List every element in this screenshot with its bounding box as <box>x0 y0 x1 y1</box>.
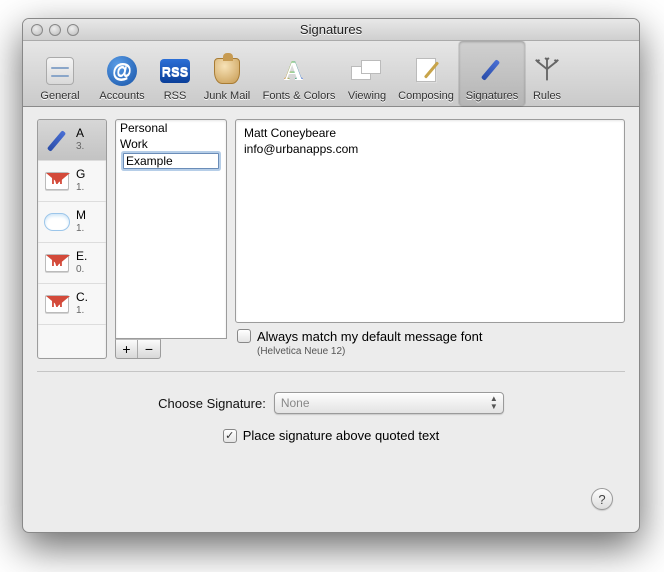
preferences-window: Signatures General @ Accounts RSS RSS Ju… <box>22 18 640 533</box>
gmail-icon <box>42 248 72 278</box>
signature-names-column: Personal Work + − <box>115 119 227 359</box>
toolbar-label: General <box>40 90 79 102</box>
toolbar-label: Rules <box>533 90 561 102</box>
toolbar-label: RSS <box>164 90 187 102</box>
toolbar-composing[interactable]: Composing <box>393 41 459 106</box>
envelopes-icon <box>351 55 383 87</box>
signature-item-editing[interactable] <box>119 152 223 170</box>
signature-pen-icon <box>476 55 508 87</box>
toolbar-label: Composing <box>398 90 454 102</box>
add-signature-button[interactable]: + <box>116 340 138 358</box>
toolbar-signatures[interactable]: Signatures <box>459 41 525 106</box>
signature-name-input[interactable] <box>123 153 219 169</box>
help-button[interactable]: ? <box>591 488 613 510</box>
rules-arrows-icon <box>531 55 563 87</box>
account-name: A <box>76 127 84 141</box>
popup-arrows-icon: ▲▼ <box>490 395 498 411</box>
match-font-sub: (Helvetica Neue 12) <box>257 346 482 357</box>
signature-pen-icon <box>42 125 72 155</box>
signature-item[interactable]: Personal <box>116 120 226 136</box>
choose-signature-label: Choose Signature: <box>158 396 266 411</box>
toolbar-label: Signatures <box>466 90 519 102</box>
account-sub: 0. <box>76 264 87 276</box>
junk-bag-icon <box>211 55 243 87</box>
toolbar-label: Viewing <box>348 90 386 102</box>
toolbar-viewing[interactable]: Viewing <box>341 41 393 106</box>
match-font-label: Always match my default message font <box>257 329 482 344</box>
toolbar-general[interactable]: General <box>29 41 91 106</box>
account-sub: 3. <box>76 141 84 153</box>
signature-item[interactable]: Work <box>116 136 226 152</box>
choose-signature-popup[interactable]: None ▲▼ <box>274 392 504 414</box>
toolbar-junk-mail[interactable]: Junk Mail <box>197 41 257 106</box>
popup-value: None <box>281 396 310 410</box>
remove-signature-button[interactable]: − <box>138 340 160 358</box>
accounts-list[interactable]: A3. G1. M1. E.0. C.1. <box>37 119 107 359</box>
account-row[interactable]: G1. <box>38 161 106 202</box>
account-row[interactable]: C.1. <box>38 284 106 325</box>
divider <box>37 371 625 372</box>
window-title: Signatures <box>23 22 639 37</box>
add-remove-segment: + − <box>115 339 161 359</box>
signature-line: info@urbanapps.com <box>244 142 616 158</box>
account-sub: 1. <box>76 223 86 235</box>
account-name: M <box>76 209 86 223</box>
gmail-icon <box>42 166 72 196</box>
toolbar-label: Junk Mail <box>204 90 250 102</box>
toolbar-label: Fonts & Colors <box>263 90 336 102</box>
sliders-icon <box>44 55 76 87</box>
account-row[interactable]: E.0. <box>38 243 106 284</box>
signature-line: Matt Coneybeare <box>244 126 616 142</box>
toolbar-rules[interactable]: Rules <box>525 41 569 106</box>
signature-list[interactable]: Personal Work <box>115 119 227 339</box>
toolbar-rss[interactable]: RSS RSS <box>153 41 197 106</box>
signature-body-editor[interactable]: Matt Coneybeare info@urbanapps.com <box>235 119 625 323</box>
toolbar-fonts-colors[interactable]: A Fonts & Colors <box>257 41 341 106</box>
place-above-row: ✓ Place signature above quoted text <box>37 422 625 455</box>
gmail-icon <box>42 289 72 319</box>
fonts-icon: A <box>283 55 315 87</box>
cloud-icon <box>42 207 72 237</box>
rss-icon: RSS <box>159 55 191 87</box>
account-name: G <box>76 168 85 182</box>
account-name: C. <box>76 291 88 305</box>
titlebar: Signatures <box>23 19 639 41</box>
toolbar-label: Accounts <box>99 90 144 102</box>
account-row[interactable]: A3. <box>38 120 106 161</box>
choose-signature-row: Choose Signature: None ▲▼ <box>37 384 625 422</box>
signature-body-column: Matt Coneybeare info@urbanapps.com Alway… <box>235 119 625 359</box>
place-above-checkbox[interactable]: ✓ <box>223 429 237 443</box>
account-sub: 1. <box>76 182 85 194</box>
at-icon: @ <box>106 55 138 87</box>
place-above-label: Place signature above quoted text <box>243 428 440 443</box>
match-font-row: Always match my default message font (He… <box>235 323 625 359</box>
account-row[interactable]: M1. <box>38 202 106 243</box>
preferences-toolbar: General @ Accounts RSS RSS Junk Mail A F… <box>23 41 639 107</box>
compose-icon <box>410 55 442 87</box>
content-area: A3. G1. M1. E.0. C.1. <box>23 107 639 469</box>
account-name: E. <box>76 250 87 264</box>
toolbar-accounts[interactable]: @ Accounts <box>91 41 153 106</box>
match-font-checkbox[interactable] <box>237 329 251 343</box>
account-row[interactable] <box>38 325 106 359</box>
account-sub: 1. <box>76 305 88 317</box>
